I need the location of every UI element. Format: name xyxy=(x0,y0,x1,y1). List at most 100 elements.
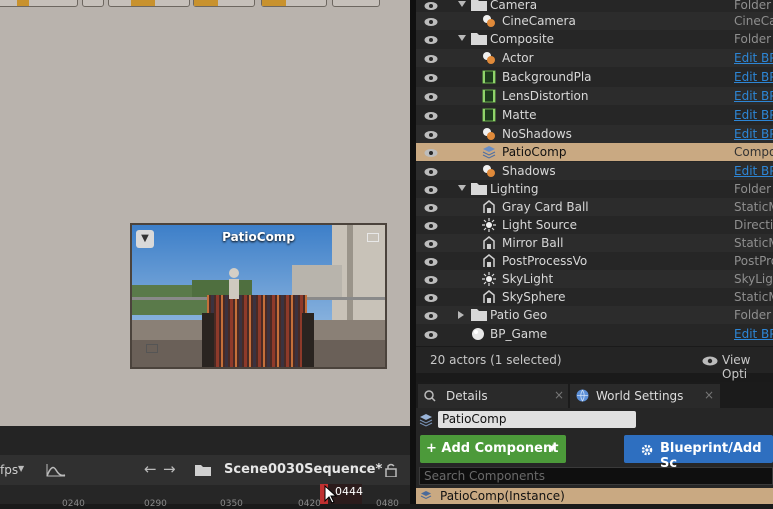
outliner-row-type: StaticM xyxy=(734,200,773,214)
camera-preview[interactable]: PatioComp ▼ xyxy=(130,223,387,369)
add-component-button[interactable]: + Add Component ▼ xyxy=(420,435,566,463)
visibility-eye-icon[interactable] xyxy=(424,274,438,284)
edit-blueprint-link[interactable]: Edit BP xyxy=(734,327,773,341)
fps-dropdown[interactable]: fps xyxy=(0,463,18,477)
outliner-row[interactable]: Mirror Ball StaticM xyxy=(416,234,773,252)
outliner-row[interactable]: BP_Game Edit BP xyxy=(416,325,773,343)
visibility-eye-icon[interactable] xyxy=(424,129,438,139)
outliner-row[interactable]: Patio Geo Folder xyxy=(416,306,773,324)
lock-icon[interactable] xyxy=(385,463,397,477)
instance-row[interactable]: PatioComp(Instance) xyxy=(416,488,773,504)
visibility-eye-icon[interactable] xyxy=(424,220,438,230)
expand-arrow-icon[interactable] xyxy=(458,185,466,191)
layers-icon xyxy=(482,145,496,159)
outliner-row[interactable]: LensDistortion Edit BP xyxy=(416,87,773,105)
edit-blueprint-link[interactable]: Edit BP xyxy=(734,164,773,178)
outliner-row-label: LensDistortion xyxy=(502,89,589,103)
search-components-input[interactable]: Search Components xyxy=(419,467,773,485)
outliner-row[interactable]: PatioComp Compo xyxy=(416,143,773,161)
visibility-eye-icon[interactable] xyxy=(424,202,438,212)
actor-count: 20 actors (1 selected) xyxy=(430,353,562,367)
outliner-row[interactable]: PostProcessVo PostPro xyxy=(416,252,773,270)
chevron-down-icon[interactable]: ▼ xyxy=(136,230,154,248)
visibility-eye-icon[interactable] xyxy=(424,166,438,176)
outliner-row[interactable]: SkySphere StaticM xyxy=(416,288,773,306)
outliner-row-type: Folder xyxy=(734,0,772,12)
viewport-toolbar-button[interactable] xyxy=(261,0,327,7)
outliner-row[interactable]: Light Source Directio xyxy=(416,216,773,234)
outliner-row-type: CineCa xyxy=(734,14,773,28)
curve-editor-icon[interactable] xyxy=(46,463,66,477)
tick-label: 0350 xyxy=(220,499,243,509)
world-outliner: Camera Folder CineCamera CineCa Composite Fol… xyxy=(416,0,773,346)
sequence-name[interactable]: Scene0030Sequence* xyxy=(224,462,382,477)
viewport-toolbar-button[interactable] xyxy=(332,0,380,7)
actor-name-value: PatioComp xyxy=(442,412,507,426)
tab-details[interactable]: Details × xyxy=(418,384,568,408)
viewport-toolbar-button[interactable] xyxy=(0,0,78,7)
outliner-row[interactable]: Actor Edit BP xyxy=(416,49,773,67)
edit-blueprint-link[interactable]: Edit BP xyxy=(734,70,773,84)
visibility-eye-icon[interactable] xyxy=(424,16,438,26)
outliner-row[interactable]: Gray Card Ball StaticM xyxy=(416,198,773,216)
folder-icon xyxy=(471,182,487,195)
outliner-row[interactable]: Shadows Edit BP xyxy=(416,162,773,180)
expand-arrow-icon[interactable] xyxy=(458,1,466,7)
outliner-row[interactable]: NoShadows Edit BP xyxy=(416,125,773,143)
sequencer-toolbar: fps ▼ ← → Scene0030Sequence* xyxy=(0,455,410,485)
outliner-row-label: CineCamera xyxy=(502,14,576,28)
visibility-eye-icon[interactable] xyxy=(424,72,438,82)
outliner-row[interactable]: Composite Folder xyxy=(416,30,773,48)
back-arrow-icon[interactable]: ← xyxy=(144,460,157,478)
chevron-down-icon[interactable]: ▼ xyxy=(18,464,24,473)
visibility-eye-icon[interactable] xyxy=(424,110,438,120)
plate-icon xyxy=(482,89,496,103)
visibility-eye-icon[interactable] xyxy=(424,184,438,194)
outliner-row-label: Composite xyxy=(490,32,555,46)
outliner-row-label: Camera xyxy=(490,0,538,12)
outliner-row[interactable]: CineCamera CineCa xyxy=(416,12,773,30)
collapse-arrow-icon[interactable] xyxy=(458,311,464,319)
outliner-row[interactable]: BackgroundPla Edit BP xyxy=(416,68,773,86)
instance-label: PatioComp(Instance) xyxy=(440,489,565,503)
visibility-eye-icon[interactable] xyxy=(424,256,438,266)
actor-icon xyxy=(482,14,495,27)
outliner-row-type: Folder xyxy=(734,32,772,46)
close-icon[interactable]: × xyxy=(554,388,564,402)
outliner-row[interactable]: Matte Edit BP xyxy=(416,106,773,124)
outliner-row[interactable]: Lighting Folder xyxy=(416,180,773,198)
viewport-toolbar-button[interactable] xyxy=(82,0,104,7)
mesh-icon xyxy=(482,236,495,249)
outliner-row[interactable]: SkyLight SkyLigh xyxy=(416,270,773,288)
level-viewport[interactable]: PatioComp ▼ xyxy=(0,0,410,426)
tab-details-label: Details xyxy=(446,389,488,403)
edit-blueprint-link[interactable]: Edit BP xyxy=(734,108,773,122)
visibility-eye-icon[interactable] xyxy=(424,53,438,63)
expand-arrow-icon[interactable] xyxy=(458,35,466,41)
folder-icon xyxy=(471,32,487,45)
visibility-eye-icon[interactable] xyxy=(424,329,438,339)
eye-icon xyxy=(702,356,718,366)
viewport-toolbar-button[interactable] xyxy=(108,0,190,7)
close-icon[interactable]: × xyxy=(704,388,714,402)
edit-blueprint-link[interactable]: Edit BP xyxy=(734,51,773,65)
visibility-eye-icon[interactable] xyxy=(424,147,438,157)
camera-preview-image xyxy=(132,225,385,367)
visibility-eye-icon[interactable] xyxy=(424,34,438,44)
view-options-button[interactable]: View Opti xyxy=(722,353,773,381)
tab-world-settings[interactable]: World Settings × xyxy=(570,384,720,408)
edit-blueprint-link[interactable]: Edit BP xyxy=(734,127,773,141)
forward-arrow-icon[interactable]: → xyxy=(163,460,176,478)
visibility-eye-icon[interactable] xyxy=(424,310,438,320)
blueprint-add-script-button[interactable]: Blueprint/Add Sc xyxy=(624,435,773,471)
maximize-icon[interactable] xyxy=(367,233,379,242)
visibility-eye-icon[interactable] xyxy=(424,0,438,10)
visibility-eye-icon[interactable] xyxy=(424,292,438,302)
visibility-eye-icon[interactable] xyxy=(424,91,438,101)
outliner-row-label: PatioComp xyxy=(502,145,567,159)
edit-blueprint-link[interactable]: Edit BP xyxy=(734,89,773,103)
actor-name-field[interactable]: PatioComp xyxy=(438,411,636,428)
visibility-eye-icon[interactable] xyxy=(424,238,438,248)
outliner-row-type: Directio xyxy=(734,218,773,232)
viewport-toolbar-button[interactable] xyxy=(193,0,255,7)
